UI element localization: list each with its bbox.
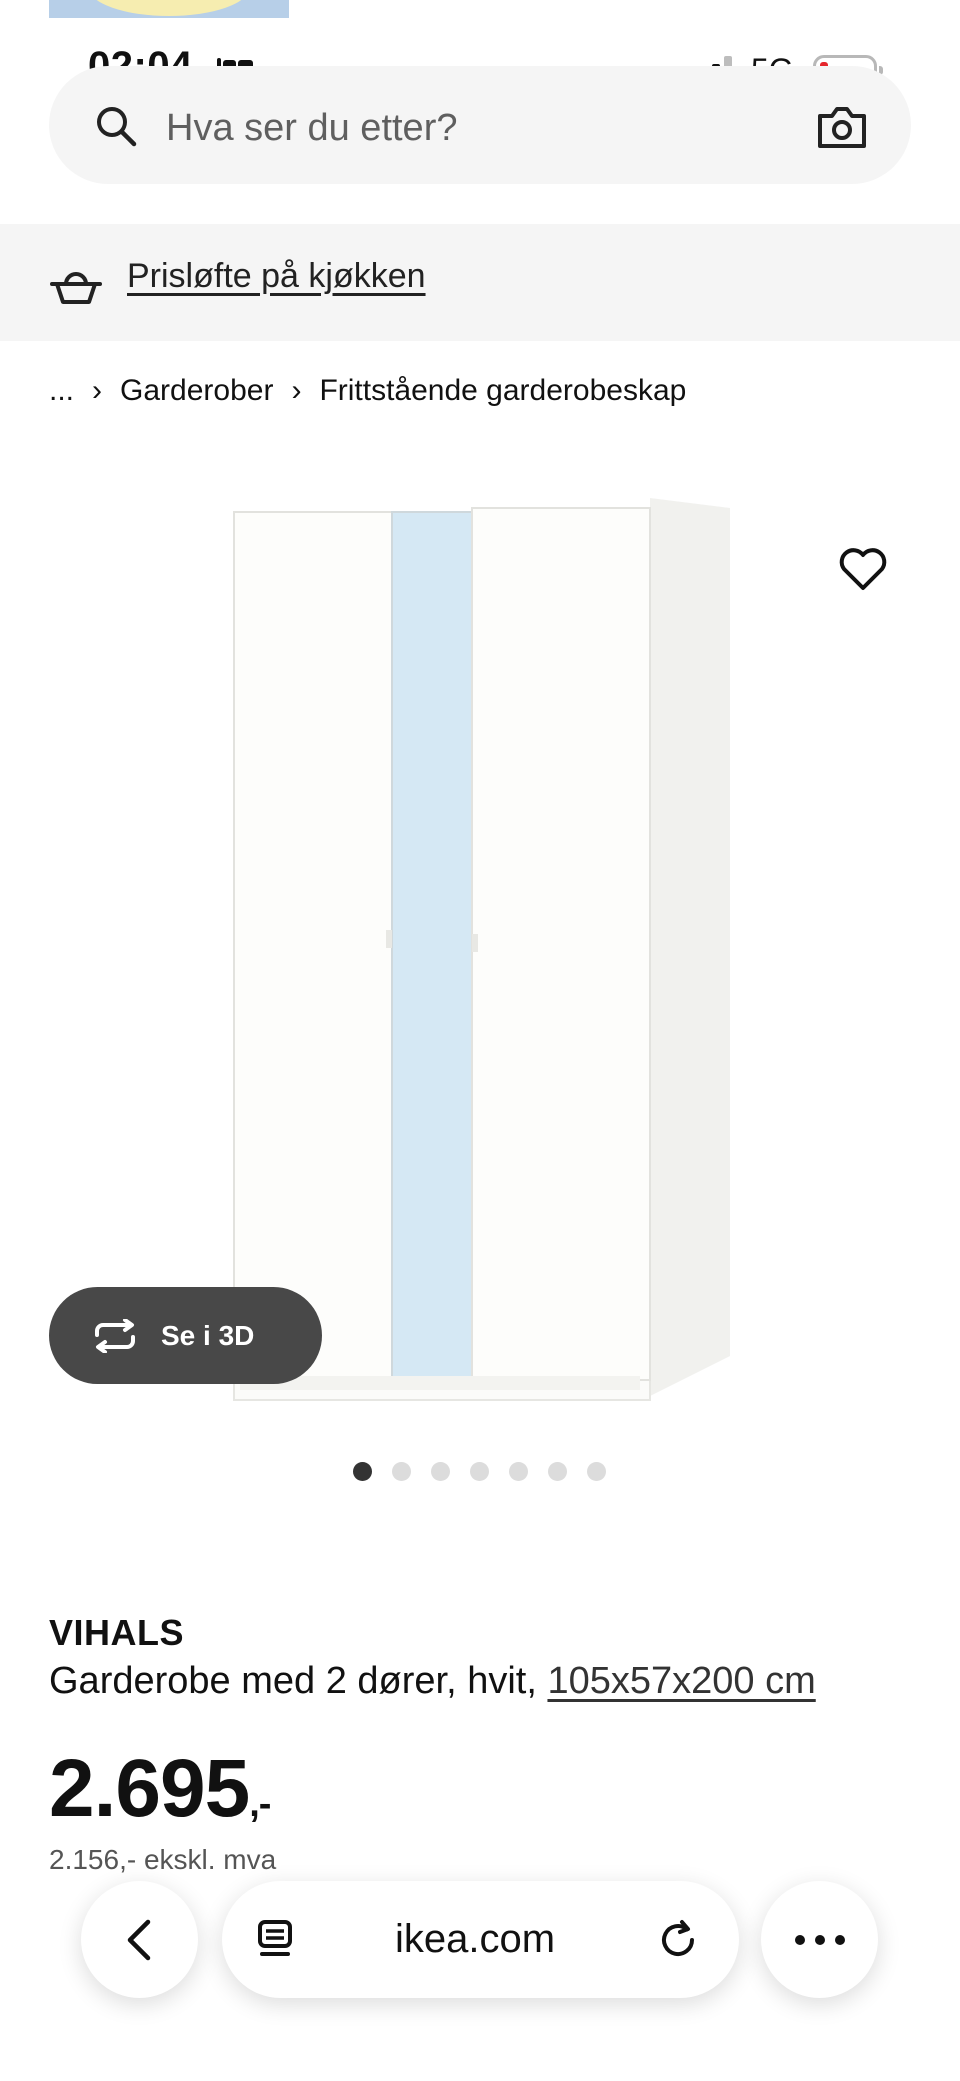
view-3d-button[interactable]: Se i 3D xyxy=(49,1287,322,1384)
more-icon xyxy=(795,1935,845,1945)
product-image[interactable] xyxy=(230,490,750,1420)
heart-icon[interactable] xyxy=(838,546,888,592)
browser-url[interactable]: ikea.com xyxy=(395,1917,555,1962)
price-suffix: ,- xyxy=(249,1783,271,1825)
product-description-text: Garderobe med 2 dører, hvit, xyxy=(49,1660,548,1702)
search-icon xyxy=(97,107,137,147)
promo-link[interactable]: Prisløfte på kjøkken xyxy=(127,257,426,296)
reload-icon[interactable] xyxy=(656,1918,700,1962)
gallery-dot[interactable] xyxy=(470,1462,489,1481)
camera-icon[interactable] xyxy=(816,104,868,150)
product-name: VIHALS xyxy=(49,1612,185,1653)
chevron-left-icon xyxy=(127,1919,151,1961)
breadcrumb-item-frittstaende[interactable]: Frittstående garderobeskap xyxy=(319,374,686,408)
breadcrumb: ... › Garderober › Frittstående garderob… xyxy=(49,374,686,408)
product-price: 2.695,- xyxy=(49,1742,271,1836)
gallery-dot[interactable] xyxy=(353,1462,372,1481)
chevron-right-icon: › xyxy=(92,374,103,407)
gallery-dot[interactable] xyxy=(587,1462,606,1481)
product-description: Garderobe med 2 dører, hvit, 105x57x200 … xyxy=(49,1660,816,1703)
basket-icon xyxy=(50,272,102,304)
gallery-dots xyxy=(353,1462,606,1481)
breadcrumb-item-ellipsis[interactable]: ... xyxy=(49,374,74,408)
gallery-dot[interactable] xyxy=(431,1462,450,1481)
rotate-3d-icon xyxy=(95,1318,135,1353)
gallery-dot[interactable] xyxy=(392,1462,411,1481)
banner-strip xyxy=(49,0,289,18)
gallery-dot[interactable] xyxy=(509,1462,528,1481)
price-ex-vat: 2.156,- ekskl. mva xyxy=(49,1844,277,1875)
tabs-icon[interactable] xyxy=(254,1918,298,1962)
gallery-dot[interactable] xyxy=(548,1462,567,1481)
product-dimensions-link[interactable]: 105x57x200 cm xyxy=(547,1660,815,1702)
search-input[interactable] xyxy=(166,100,766,156)
chevron-right-icon: › xyxy=(291,374,302,407)
price-value: 2.695 xyxy=(49,1743,250,1834)
view-3d-label: Se i 3D xyxy=(161,1319,255,1351)
breadcrumb-item-garderober[interactable]: Garderober xyxy=(120,374,273,408)
